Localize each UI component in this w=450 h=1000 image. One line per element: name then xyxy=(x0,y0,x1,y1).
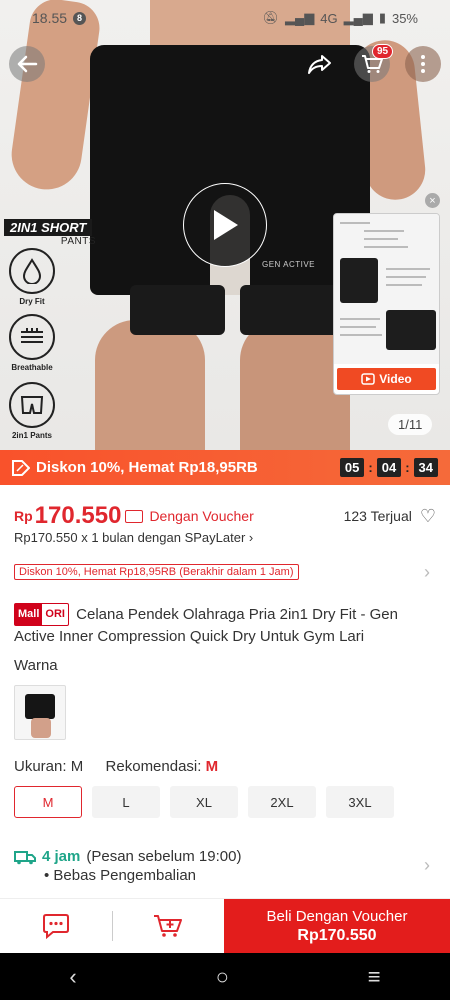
feature-2in1-pants: 2in1 Pants xyxy=(8,382,56,440)
signal-icon-2: ▂▄▆ xyxy=(343,10,373,25)
nav-home-icon[interactable]: ○ xyxy=(216,964,229,990)
chevron-right-icon[interactable]: › xyxy=(424,562,430,583)
cart-count-badge: 95 xyxy=(372,44,394,59)
mute-icon: 🔕︎ xyxy=(262,10,280,25)
color-option-black[interactable] xyxy=(14,685,66,740)
fabric-icon xyxy=(9,314,55,360)
play-video-button[interactable] xyxy=(183,183,267,267)
share-button[interactable] xyxy=(302,46,338,82)
mini-video-preview[interactable]: Video xyxy=(333,213,440,395)
signal-icon: ▂▄▆ xyxy=(285,10,315,25)
discount-tag-icon xyxy=(12,459,30,476)
delivery-truck-icon xyxy=(14,850,36,864)
video-button[interactable]: Video xyxy=(337,368,436,390)
nav-recents-icon[interactable]: ≡ xyxy=(368,964,381,990)
size-selected: M xyxy=(70,758,84,775)
favorite-heart-icon[interactable]: ♡ xyxy=(420,506,436,527)
mini-video-shorts-2 xyxy=(386,310,436,350)
shorts-logo: GEN ACTIVE xyxy=(262,260,316,269)
countdown-timer: 05 : 04 : 34 xyxy=(339,458,438,477)
cart-plus-icon xyxy=(154,915,182,937)
more-vertical-icon xyxy=(421,55,425,73)
mini-video-shorts-1 xyxy=(340,258,378,303)
flash-discount-bar: Diskon 10%, Hemat Rp18,95RB 05 : 04 : 34 xyxy=(0,450,450,485)
tag-pants: PANTS xyxy=(60,236,96,247)
voucher-icon xyxy=(125,509,144,523)
close-mini-video-icon[interactable]: × xyxy=(425,193,440,208)
shorts-icon xyxy=(9,382,55,428)
color-label: Warna xyxy=(14,657,58,674)
feature-label: Dry Fit xyxy=(19,297,45,306)
buy-price: Rp170.550 xyxy=(297,926,377,944)
timer-hours: 05 xyxy=(339,458,365,477)
battery-icon: ▮ xyxy=(378,10,386,25)
spaylater-link[interactable]: Rp170.550 x 1 bulan dengan SPayLater › xyxy=(14,530,253,545)
shipping-time: 4 jam xyxy=(42,848,81,865)
play-icon xyxy=(214,210,238,240)
nav-back-icon[interactable]: ‹ xyxy=(69,964,76,990)
notification-badge: 8 xyxy=(73,11,87,25)
battery-level: 35% xyxy=(391,10,418,26)
price-value: 170.550 xyxy=(34,502,122,529)
voucher-label: Dengan Voucher xyxy=(149,508,254,524)
price-row: Rp 170.550 Dengan Voucher 123 Terjual ♡ xyxy=(14,502,436,530)
chat-icon xyxy=(43,914,69,939)
discount-text: Diskon 10%, Hemat Rp18,95RB xyxy=(36,459,258,476)
mall-ori-badge: Mall ORI xyxy=(14,603,69,626)
inner-compression-left xyxy=(130,285,225,335)
chat-button[interactable] xyxy=(0,899,112,953)
recommend-value: M xyxy=(205,758,219,775)
status-bar: 18.55 8 🔕︎ ▂▄▆ 4G ▂▄▆ ▮ 35% xyxy=(0,0,450,36)
video-label: Video xyxy=(379,372,412,386)
back-button[interactable] xyxy=(9,46,45,82)
size-option-xl[interactable]: XL xyxy=(170,786,238,818)
shipping-info[interactable]: 4 jam (Pesan sebelum 19:00) xyxy=(14,848,241,865)
recommend-label: Rekomendasi: xyxy=(105,758,202,775)
feature-breathable: Breathable xyxy=(8,314,56,372)
bottom-action-bar: Beli Dengan Voucher Rp170.550 xyxy=(0,898,450,953)
shipping-note: (Pesan sebelum 19:00) xyxy=(86,848,242,865)
product-title-text: Celana Pendek Olahraga Pria 2in1 Dry Fit… xyxy=(14,606,398,645)
status-time: 18.55 xyxy=(32,10,68,26)
price-currency: Rp xyxy=(14,508,33,524)
timer-seconds: 34 xyxy=(413,458,438,477)
network-type: 4G xyxy=(320,10,338,26)
feature-label: Breathable xyxy=(11,363,53,372)
sold-count: 123 Terjual xyxy=(343,508,412,524)
image-counter: 1/11 xyxy=(388,414,433,435)
more-options-button[interactable] xyxy=(405,46,441,82)
size-options: M L XL 2XL 3XL xyxy=(14,786,394,818)
free-returns: • Bebas Pengembalian xyxy=(44,867,197,884)
size-option-3xl[interactable]: 3XL xyxy=(326,786,394,818)
mini-video-thumbnail xyxy=(334,214,439,364)
size-option-m[interactable]: M xyxy=(14,786,82,818)
timer-minutes: 04 xyxy=(376,458,402,477)
size-label: Ukuran: xyxy=(14,758,67,775)
feature-label: 2in1 Pants xyxy=(11,431,52,440)
chevron-right-icon[interactable]: › xyxy=(424,855,430,876)
model-leg-left xyxy=(95,320,205,450)
arrow-left-icon xyxy=(17,55,38,73)
tag-2in1-short: 2IN1 SHORT xyxy=(4,219,93,236)
size-option-l[interactable]: L xyxy=(92,786,160,818)
add-to-cart-button[interactable] xyxy=(112,899,224,953)
buy-label: Beli Dengan Voucher xyxy=(266,907,408,925)
video-play-icon xyxy=(361,373,376,385)
product-title: Mall ORI Celana Pendek Olahraga Pria 2in1… xyxy=(14,603,434,647)
droplet-icon xyxy=(9,248,55,294)
feature-dry-fit: Dry Fit xyxy=(8,248,56,306)
share-icon xyxy=(308,55,331,74)
system-navigation-bar: ‹ ○ ≡ xyxy=(0,953,450,1000)
spaylater-text: Rp170.550 x 1 bulan dengan SPayLater xyxy=(14,530,246,545)
size-label-row: Ukuran: M Rekomendasi: M xyxy=(14,758,218,775)
size-option-2xl[interactable]: 2XL xyxy=(248,786,316,818)
buy-with-voucher-button[interactable]: Beli Dengan Voucher Rp170.550 xyxy=(224,899,450,953)
promo-chip: Diskon 10%, Hemat Rp18,95RB (Berakhir da… xyxy=(14,564,299,580)
inner-compression-right xyxy=(240,285,340,335)
